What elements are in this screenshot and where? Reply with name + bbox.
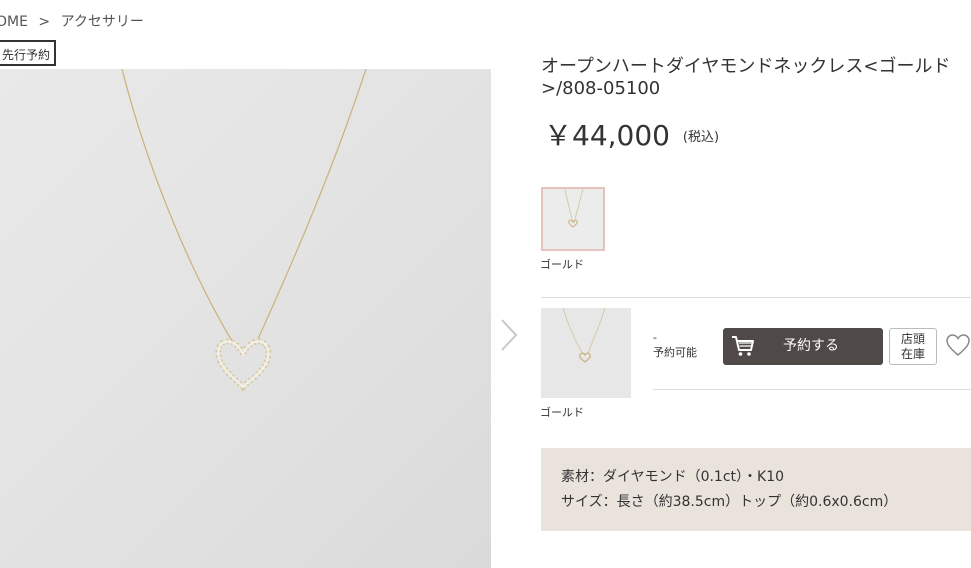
pre-order-badge: 先行予約 xyxy=(0,40,57,66)
stock-availability: 予約可能 xyxy=(653,346,697,359)
breadcrumb-current[interactable]: アクセサリー xyxy=(61,14,144,30)
spec-box: 素材：ダイヤモンド（0.1ct）・K10 サイズ：長さ（約38.5cm）トップ（… xyxy=(541,448,971,531)
product-title: オープンハートダイヤモンドネックレス<ゴールド>/808-05100 xyxy=(541,56,951,99)
heart-icon[interactable] xyxy=(945,333,971,357)
store-stock-line2: 在庫 xyxy=(900,347,925,361)
stock-dash: - xyxy=(653,331,657,344)
divider xyxy=(653,389,971,390)
chevron-right-icon[interactable] xyxy=(499,318,519,352)
color-swatch-gold[interactable] xyxy=(541,187,605,251)
price-value: ￥44,000 xyxy=(544,119,670,152)
reserve-button[interactable]: 予約する xyxy=(723,328,883,365)
variant-color-label: ゴールド xyxy=(540,406,584,419)
reserve-button-label: 予約する xyxy=(783,338,839,354)
store-stock-button[interactable]: 店頭 在庫 xyxy=(889,328,937,365)
product-main-image[interactable] xyxy=(0,69,491,568)
spec-size: サイズ：長さ（約38.5cm）トップ（約0.6x0.6cm） xyxy=(561,494,898,510)
breadcrumb-separator: > xyxy=(38,14,51,30)
cart-icon xyxy=(732,336,754,356)
divider xyxy=(541,297,971,298)
breadcrumb: OME > アクセサリー xyxy=(0,11,150,31)
breadcrumb-home[interactable]: OME xyxy=(0,14,28,30)
tax-label: (税込) xyxy=(682,130,720,145)
necklace-photo xyxy=(121,69,367,392)
product-price: ￥44,000 (税込) xyxy=(544,114,719,154)
swatch-thumbnail xyxy=(564,188,584,228)
variant-thumbnail[interactable] xyxy=(541,307,631,398)
swatch-label: ゴールド xyxy=(540,258,584,271)
spec-material: 素材：ダイヤモンド（0.1ct）・K10 xyxy=(561,469,785,485)
store-stock-line1: 店頭 xyxy=(900,332,925,346)
variant-thumbnail-image xyxy=(562,307,606,363)
stock-status: - 予約可能 xyxy=(653,330,697,360)
